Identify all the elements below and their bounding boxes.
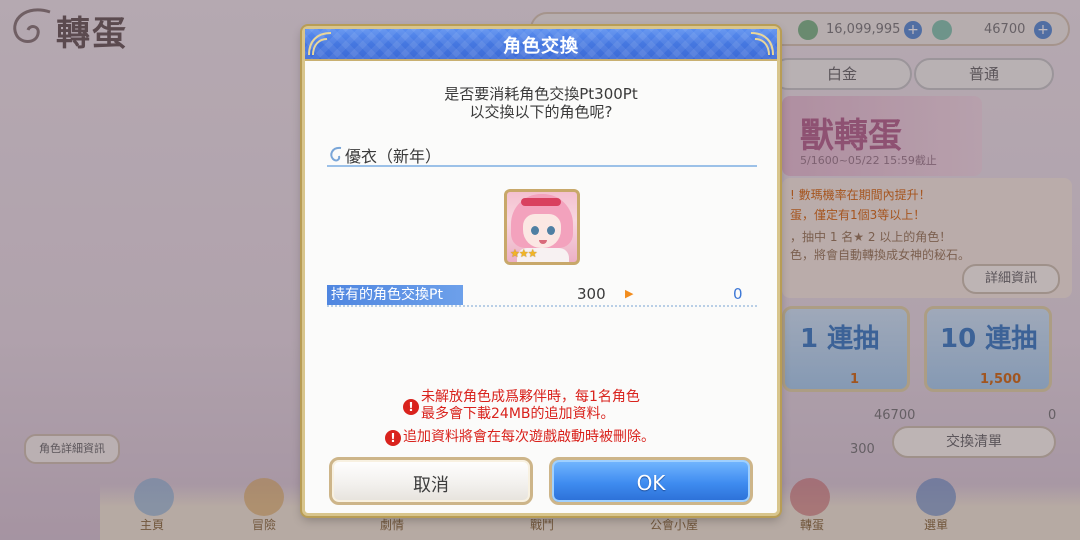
- character-portrait: ★★★: [504, 189, 580, 265]
- pt-label: 持有的角色交換Pt: [327, 285, 463, 305]
- portrait-eye: [531, 226, 539, 235]
- warning-icon: !: [385, 430, 401, 446]
- portrait-bow: [521, 198, 561, 206]
- warning-line-2: 最多會下載24MB的追加資料。: [421, 406, 615, 422]
- ok-button[interactable]: OK: [549, 457, 753, 505]
- warning-icon: !: [403, 399, 419, 415]
- warning-line-3: 追加資料將會在每次遊戲啟動時被刪除。: [403, 429, 655, 445]
- ok-label: OK: [636, 471, 666, 495]
- character-name-row: 優衣（新年）: [327, 143, 757, 167]
- arrow-right-icon: ▶: [625, 287, 634, 300]
- dialog-title: 角色交換: [503, 36, 579, 57]
- name-ornament-icon: [330, 146, 342, 162]
- rarity-stars: ★★★: [510, 247, 538, 260]
- pt-current-value: 300: [577, 285, 606, 303]
- exchange-pt-row: 持有的角色交換Pt 300 ▶ 0: [327, 285, 757, 307]
- portrait-eye: [547, 226, 555, 235]
- cancel-label: 取消: [413, 475, 449, 496]
- character-name: 優衣（新年）: [345, 147, 442, 166]
- corner-ornament-icon: [750, 32, 774, 56]
- confirm-line-2: 以交換以下的角色呢?: [469, 103, 613, 121]
- confirm-line-1: 是否要消耗角色交換Pt300Pt: [444, 85, 638, 103]
- dialog-header: 角色交換: [305, 29, 777, 61]
- pt-after-value: 0: [733, 285, 743, 303]
- confirm-message: 是否要消耗角色交換Pt300Pt 以交換以下的角色呢?: [305, 85, 777, 121]
- cancel-button[interactable]: 取消: [329, 457, 533, 505]
- warning-line-1: 未解放角色成爲夥伴時，每1名角色: [421, 389, 640, 405]
- character-exchange-dialog: 角色交換 是否要消耗角色交換Pt300Pt 以交換以下的角色呢? 優衣（新年） …: [302, 26, 780, 516]
